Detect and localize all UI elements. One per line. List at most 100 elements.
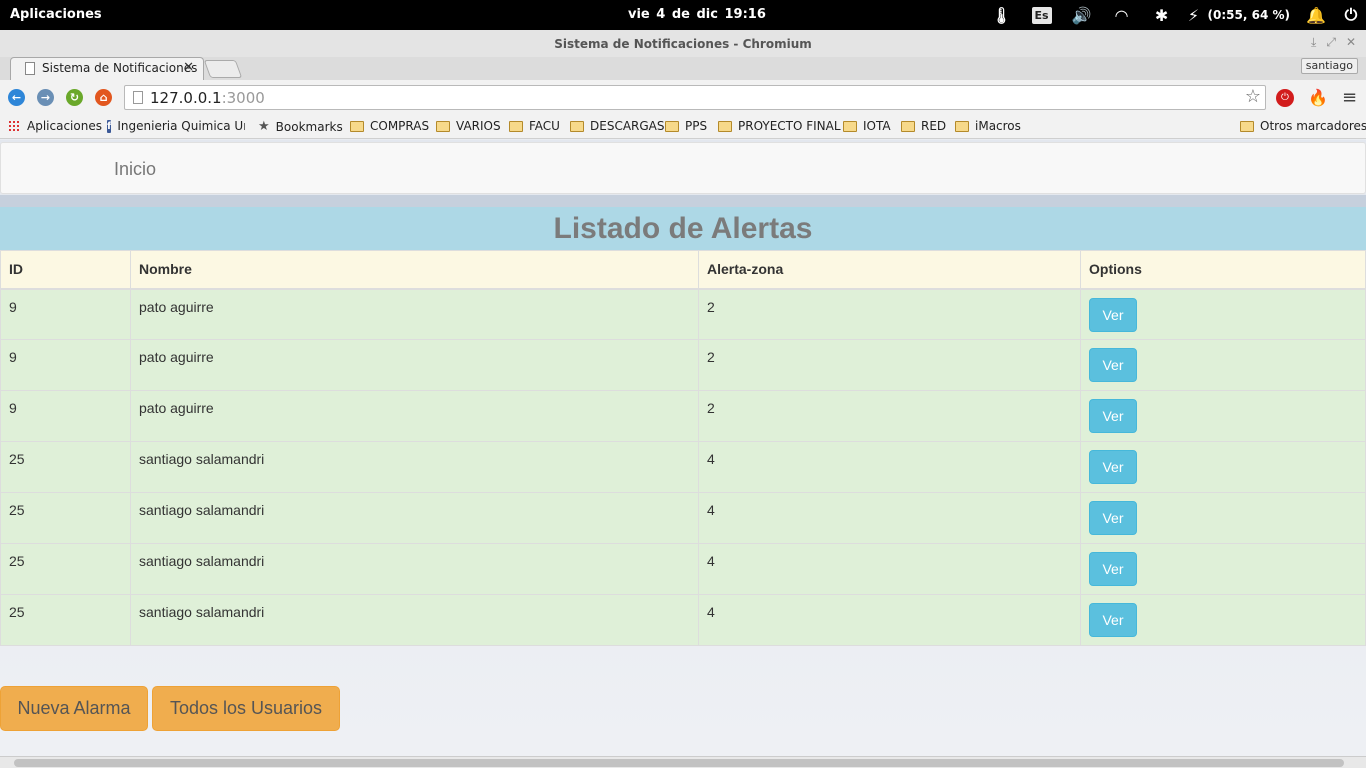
- url-text[interactable]: 127.0.0.1:3000: [150, 89, 265, 107]
- address-bar[interactable]: 127.0.0.1:3000 ☆: [124, 85, 1266, 110]
- table-row: 9 pato aguirre 2 Ver: [0, 390, 1366, 442]
- folder-icon: [350, 120, 364, 132]
- bookmark-label: Ingenieria Quimica Ur: [117, 119, 245, 133]
- bookmark-label: Bookmarks: [275, 119, 343, 134]
- cell-nombre: santiago salamandri: [130, 543, 699, 595]
- bookmark-label: PROYECTO FINAL: [738, 119, 841, 133]
- cell-options: Ver: [1080, 543, 1366, 595]
- new-alarm-button[interactable]: Nueva Alarma: [0, 686, 148, 731]
- notifications-icon[interactable]: 🔔: [1296, 0, 1336, 30]
- battery-icon[interactable]: ⚡: [1182, 0, 1206, 30]
- all-users-button[interactable]: Todos los Usuarios: [152, 686, 340, 731]
- bookmark-folder-imacros[interactable]: iMacros: [955, 119, 1021, 133]
- battery-status[interactable]: (0:55, 64 %): [1206, 0, 1296, 30]
- minimize-icon[interactable]: ⤓: [1311, 35, 1316, 50]
- table-row: 9 pato aguirre 2 Ver: [0, 339, 1366, 391]
- keyboard-layout-label: Es: [1031, 6, 1052, 24]
- bookmark-apps[interactable]: Aplicaciones: [8, 119, 102, 133]
- extension-power-icon[interactable]: ⏻: [1276, 89, 1294, 107]
- facebook-icon: f: [107, 119, 112, 133]
- bookmark-folder-descargas[interactable]: DESCARGAS: [570, 119, 665, 133]
- folder-icon: [665, 120, 679, 132]
- nav-home-link[interactable]: Inicio: [114, 159, 156, 180]
- horizontal-scrollbar[interactable]: [0, 756, 1366, 768]
- wifi-icon[interactable]: ◠: [1102, 0, 1142, 30]
- system-top-bar: Aplicaciones vie 4 de dic 19:16 🌡 Es 🔊 ◠…: [0, 0, 1366, 30]
- bookmark-other-bookmarks[interactable]: Otros marcadores: [1240, 119, 1366, 133]
- cell-id: 9: [0, 339, 131, 391]
- browser-menu-icon[interactable]: ≡: [1342, 87, 1357, 108]
- ver-button[interactable]: Ver: [1089, 552, 1137, 586]
- reload-icon[interactable]: ↻: [66, 89, 83, 106]
- bookmark-star-icon[interactable]: ☆: [1245, 86, 1261, 107]
- cell-options: Ver: [1080, 594, 1366, 646]
- cell-options: Ver: [1080, 492, 1366, 544]
- table-row: 25 santiago salamandri 4 Ver: [0, 441, 1366, 493]
- bookmark-bookmarks[interactable]: ★ Bookmarks: [258, 119, 343, 134]
- folder-icon: [509, 120, 523, 132]
- table-row: 25 santiago salamandri 4 Ver: [0, 543, 1366, 595]
- cell-nombre: pato aguirre: [130, 339, 699, 391]
- cell-nombre: santiago salamandri: [130, 492, 699, 544]
- maximize-icon[interactable]: ⤢: [1326, 35, 1336, 50]
- home-icon[interactable]: ⌂: [95, 89, 112, 106]
- browser-tab[interactable]: Sistema de Notificaciones ✕: [10, 57, 204, 80]
- column-header-nombre: Nombre: [130, 250, 699, 290]
- window-title: Sistema de Notificaciones - Chromium: [554, 37, 812, 51]
- bookmark-label: PPS: [685, 119, 708, 133]
- ver-button[interactable]: Ver: [1089, 501, 1137, 535]
- bookmark-label: DESCARGAS: [590, 119, 665, 133]
- cell-alerta-zona: 2: [698, 339, 1081, 391]
- close-tab-icon[interactable]: ✕: [183, 60, 194, 75]
- cell-nombre: santiago salamandri: [130, 441, 699, 493]
- cell-nombre: pato aguirre: [130, 288, 699, 340]
- activities-menu[interactable]: Aplicaciones: [10, 7, 102, 22]
- back-icon[interactable]: ←: [8, 89, 25, 106]
- cell-options: Ver: [1080, 288, 1366, 340]
- cell-options: Ver: [1080, 390, 1366, 442]
- bluetooth-icon[interactable]: ✱: [1142, 0, 1182, 30]
- column-header-alerta-zona: Alerta-zona: [698, 250, 1081, 290]
- ver-button[interactable]: Ver: [1089, 399, 1137, 433]
- power-menu-icon[interactable]: ⏻: [1336, 0, 1366, 30]
- cell-id: 25: [0, 441, 131, 493]
- close-window-icon[interactable]: ✕: [1346, 35, 1356, 50]
- bookmark-ingenieria-quimica[interactable]: f Ingenieria Quimica Ur: [107, 119, 245, 133]
- bookmarks-bar: Aplicaciones f Ingenieria Quimica Ur ★ Boo…: [0, 115, 1366, 139]
- folder-icon: [1240, 120, 1254, 132]
- page-info-icon[interactable]: [133, 91, 143, 104]
- profile-button[interactable]: santiago: [1300, 58, 1358, 74]
- bookmark-folder-facu[interactable]: FACU: [509, 119, 560, 133]
- folder-icon: [955, 120, 969, 132]
- new-tab-button[interactable]: [203, 60, 243, 78]
- ver-button[interactable]: Ver: [1089, 297, 1137, 332]
- bookmark-folder-pps[interactable]: PPS: [665, 119, 707, 133]
- browser-toolbar: ← → ↻ ⌂ 127.0.0.1:3000 ☆ ⏻ 🔥 ≡: [0, 80, 1366, 115]
- ver-button[interactable]: Ver: [1089, 450, 1137, 484]
- scrollbar-thumb[interactable]: [14, 759, 1344, 767]
- bookmark-label: VARIOS: [456, 119, 501, 133]
- temperature-icon[interactable]: 🌡: [982, 0, 1022, 30]
- keyboard-layout-indicator[interactable]: Es: [1022, 0, 1062, 30]
- tab-strip: Sistema de Notificaciones ✕ santiago: [0, 57, 1366, 80]
- system-clock[interactable]: vie 4 de dic 19:16: [628, 7, 766, 22]
- bookmark-folder-iota[interactable]: IOTA: [843, 119, 891, 133]
- url-port: :3000: [221, 89, 265, 107]
- bookmark-folder-varios[interactable]: VARIOS: [436, 119, 501, 133]
- bookmark-folder-compras[interactable]: COMPRAS: [350, 119, 429, 133]
- table-row: 9 pato aguirre 2 Ver: [0, 288, 1366, 340]
- bookmark-label: FACU: [529, 119, 560, 133]
- bookmark-label: COMPRAS: [370, 119, 430, 133]
- extension-flame-icon[interactable]: 🔥: [1308, 88, 1328, 107]
- cell-id: 9: [0, 288, 131, 340]
- folder-icon: [436, 120, 450, 132]
- forward-icon[interactable]: →: [37, 89, 54, 106]
- ver-button[interactable]: Ver: [1089, 603, 1137, 637]
- volume-icon[interactable]: 🔊: [1062, 0, 1102, 30]
- tab-title: Sistema de Notificaciones: [42, 61, 198, 75]
- cell-alerta-zona: 2: [698, 288, 1081, 340]
- bookmark-folder-red[interactable]: RED: [901, 119, 946, 133]
- bookmark-folder-proyecto-final[interactable]: PROYECTO FINAL: [718, 119, 841, 133]
- bookmark-label: Aplicaciones: [27, 119, 102, 133]
- ver-button[interactable]: Ver: [1089, 348, 1137, 382]
